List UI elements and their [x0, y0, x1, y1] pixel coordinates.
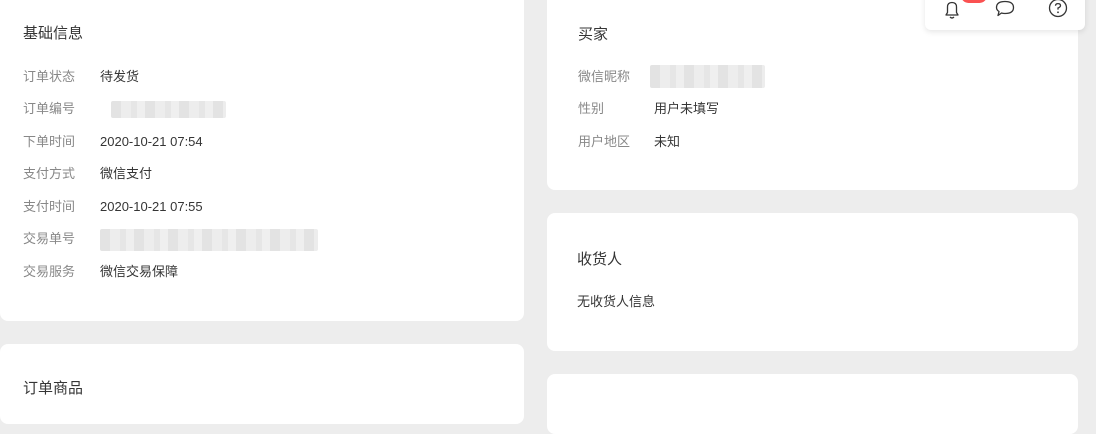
- buyer-gender-value: 用户未填写: [654, 101, 720, 116]
- buyer-title: 买家: [578, 26, 609, 43]
- receiver-title: 收货人: [577, 251, 623, 268]
- bottom-right-card: [547, 374, 1078, 434]
- trade-service-label: 交易服务: [23, 264, 76, 279]
- messages-button[interactable]: [994, 0, 1016, 22]
- order-status-label: 订单状态: [23, 69, 76, 84]
- buyer-nickname-label: 微信昵称: [578, 69, 631, 84]
- payment-method-label: 支付方式: [23, 166, 76, 181]
- payment-time-label: 支付时间: [23, 199, 76, 214]
- order-items-card: 订单商品: [0, 344, 524, 424]
- chat-bubble-icon: [995, 0, 1015, 17]
- bell-icon: [945, 1, 959, 19]
- top-toolbar: 79: [925, 0, 1085, 30]
- order-time-value: 2020-10-21 07:54: [100, 134, 203, 149]
- order-status-value: 待发货: [100, 69, 140, 84]
- order-number-redacted-value: [111, 101, 226, 118]
- order-items-title: 订单商品: [23, 380, 84, 397]
- buyer-gender-label: 性别: [578, 101, 605, 116]
- basic-info-title: 基础信息: [23, 25, 84, 42]
- help-button[interactable]: [1047, 0, 1069, 22]
- buyer-nickname-redacted-value: [650, 65, 765, 88]
- order-number-label: 订单编号: [23, 101, 76, 116]
- receiver-empty-text: 无收货人信息: [577, 294, 656, 309]
- trade-service-value: 微信交易保障: [100, 264, 179, 279]
- buyer-region-value: 未知: [654, 134, 681, 149]
- transaction-number-redacted-value: [100, 229, 318, 251]
- order-time-label: 下单时间: [23, 134, 76, 149]
- payment-time-value: 2020-10-21 07:55: [100, 199, 203, 214]
- transaction-number-label: 交易单号: [23, 231, 76, 246]
- payment-method-value: 微信支付: [100, 166, 153, 181]
- basic-info-card: 基础信息 订单状态 待发货 订单编号 下单时间 2020-10-21 07:54…: [0, 0, 524, 321]
- help-circle-icon: [1048, 0, 1068, 18]
- buyer-region-label: 用户地区: [578, 134, 631, 149]
- notification-badge: 79: [961, 0, 987, 3]
- receiver-card: 收货人 无收货人信息: [547, 213, 1078, 351]
- notifications-button[interactable]: 79: [941, 0, 987, 22]
